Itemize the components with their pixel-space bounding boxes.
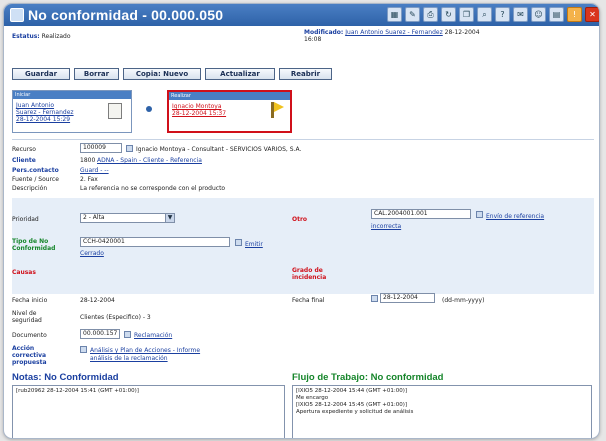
workflow-step-start[interactable]: Iniciar Juan Antonio Suarez - Fernandez … bbox=[12, 90, 132, 133]
search-icon[interactable]: ⌕ bbox=[477, 7, 492, 22]
flag-icon-banner bbox=[274, 102, 284, 112]
causas-label: Causas bbox=[12, 269, 36, 276]
tipo-label: Tipo de No bbox=[12, 238, 49, 245]
fuente-label: Fuente / Source bbox=[12, 176, 59, 183]
modified-time: 16:08 bbox=[304, 36, 322, 43]
notes-textarea[interactable]: [rub20962 28-12-2004 15:41 (GMT +01:00)] bbox=[12, 385, 285, 438]
otro-link2[interactable]: incorrecta bbox=[371, 223, 401, 230]
fecha-final-label: Fecha final bbox=[292, 297, 325, 304]
tipo-input[interactable]: CCH-0420001 bbox=[80, 237, 230, 247]
modified-label: Modificado: bbox=[304, 29, 344, 36]
divider bbox=[12, 139, 594, 140]
accion-link2[interactable]: análisis de la reclamación bbox=[90, 355, 168, 362]
fuente-value: 2. Fax bbox=[80, 176, 98, 183]
save-button[interactable]: Guardar bbox=[12, 68, 70, 80]
recurso-label: Recurso bbox=[12, 146, 36, 153]
nivel-value: Clientes (Especifico) - 3 bbox=[80, 314, 151, 321]
documento-link[interactable]: Reclamación bbox=[134, 332, 172, 339]
otro-lookup-icon[interactable] bbox=[476, 211, 483, 218]
step-current-header: Realizar bbox=[169, 92, 290, 100]
cliente-link[interactable]: ADNA - Spain - Cliente - Referencia bbox=[97, 157, 202, 164]
tipo-sub[interactable]: Cerrado bbox=[80, 250, 104, 257]
status-value: Realizado bbox=[41, 33, 71, 40]
documento-label: Documento bbox=[12, 332, 47, 339]
prioridad-value: 2 - Alta bbox=[83, 214, 105, 221]
fecha-inicio-value: 28-12-2004 bbox=[80, 297, 115, 304]
accion-label: Acción bbox=[12, 345, 35, 352]
user-icon[interactable]: ☺ bbox=[531, 7, 546, 22]
copy-icon[interactable]: ❐ bbox=[459, 7, 474, 22]
status-label: Estatus: bbox=[12, 33, 40, 40]
nivel-label2: seguridad bbox=[12, 317, 42, 324]
flow-textarea[interactable]: [IXIO5 28-12-2004 15:44 (GMT +01:00)] Me… bbox=[292, 385, 592, 438]
modified-row: Modificado: Juan Antonio Suarez - Fernan… bbox=[304, 29, 480, 36]
descripcion-value: La referencia no se corresponde con el p… bbox=[80, 185, 226, 192]
fecha-inicio-label: Fecha inicio bbox=[12, 297, 48, 304]
step-start-user[interactable]: Juan Antonio bbox=[16, 102, 54, 109]
step-start-user2[interactable]: Suarez - Fernandez bbox=[16, 109, 74, 116]
tipo-lookup-icon[interactable] bbox=[235, 239, 242, 246]
cliente-label: Cliente bbox=[12, 157, 36, 164]
accion-label3: propuesta bbox=[12, 359, 47, 366]
chevron-down-icon[interactable]: ▼ bbox=[165, 214, 174, 222]
tipo-label2: Conformidad bbox=[12, 245, 56, 252]
folder-icon[interactable]: ▤ bbox=[549, 7, 564, 22]
perscontacto-label: Pers.contacto bbox=[12, 167, 59, 174]
reopen-button[interactable]: Reabrir bbox=[279, 68, 332, 80]
calendar-icon[interactable] bbox=[371, 295, 378, 302]
nivel-label: Nivel de bbox=[12, 310, 37, 317]
refresh-icon[interactable]: ↻ bbox=[441, 7, 456, 22]
toolbar-icons: ▦ ✎ ⎙ ↻ ❐ ⌕ ? ✉ ☺ ▤ ! ✕ bbox=[387, 7, 599, 22]
prioridad-label: Prioridad bbox=[12, 216, 39, 223]
step-current-user[interactable]: Ignacio Montoya bbox=[172, 103, 222, 110]
window-title: No conformidad - 00.000.050 bbox=[28, 7, 224, 23]
perscontacto-link[interactable]: Guard - -- bbox=[80, 167, 109, 174]
arrow-dot-icon bbox=[146, 106, 152, 112]
lookup-icon[interactable] bbox=[126, 145, 133, 152]
print-icon[interactable]: ⎙ bbox=[423, 7, 438, 22]
modified-date: 28-12-2004 bbox=[444, 29, 480, 36]
documento-lookup-icon[interactable] bbox=[124, 331, 131, 338]
accion-doc-icon[interactable] bbox=[80, 346, 87, 353]
step-start-date: 28-12-2004 15:29 bbox=[16, 116, 71, 123]
recurso-input[interactable]: 100009 bbox=[80, 143, 122, 153]
flow-title: Flujo de Trabajo: No conformidad bbox=[292, 372, 444, 383]
otro-link[interactable]: Envío de referencia bbox=[486, 213, 544, 220]
modified-user-link[interactable]: Juan Antonio Suarez - Fernandez bbox=[345, 29, 443, 36]
help-icon[interactable]: ? bbox=[495, 7, 510, 22]
otro-input[interactable]: CAL.2004001.001 bbox=[371, 209, 471, 219]
prioridad-select[interactable]: 2 - Alta ▼ bbox=[80, 213, 175, 223]
status-row: Estatus: Realizado bbox=[12, 33, 71, 40]
accion-link[interactable]: Análisis y Plan de Acciones - Informe bbox=[90, 347, 200, 354]
refresh-button[interactable]: Actualizar bbox=[205, 68, 275, 80]
notes-title: Notas: No Conformidad bbox=[12, 372, 119, 383]
main-window: No conformidad - 00.000.050 ▦ ✎ ⎙ ↻ ❐ ⌕ … bbox=[3, 3, 600, 439]
warning-icon[interactable]: ! bbox=[567, 7, 582, 22]
documento-input[interactable]: 00.000.157 bbox=[80, 329, 120, 339]
fecha-format: (dd-mm-yyyy) bbox=[442, 297, 485, 304]
otro-label: Otro bbox=[292, 216, 308, 223]
step-start-header: Iniciar bbox=[13, 91, 131, 99]
descripcion-label: Descripción bbox=[12, 185, 48, 192]
close-icon[interactable]: ✕ bbox=[585, 7, 599, 22]
edit-icon[interactable]: ✎ bbox=[405, 7, 420, 22]
recurso-desc: Ignacio Montoya - Consultant - SERVICIOS… bbox=[136, 146, 302, 153]
window-icon bbox=[10, 8, 24, 22]
title-bar: No conformidad - 00.000.050 ▦ ✎ ⎙ ↻ ❐ ⌕ … bbox=[4, 4, 599, 26]
document-icon bbox=[108, 103, 122, 119]
grid-icon[interactable]: ▦ bbox=[387, 7, 402, 22]
cliente-value: 1800 bbox=[80, 157, 96, 164]
copy-new-button[interactable]: Copia: Nuevo bbox=[123, 68, 201, 80]
mail-icon[interactable]: ✉ bbox=[513, 7, 528, 22]
grado-label: Grado de bbox=[292, 267, 323, 274]
delete-button[interactable]: Borrar bbox=[74, 68, 119, 80]
tipo-link[interactable]: Emitir bbox=[245, 241, 263, 248]
workflow-step-current[interactable]: Realizar Ignacio Montoya 28-12-2004 15:3… bbox=[167, 90, 292, 133]
fecha-final-input[interactable]: 28-12-2004 bbox=[380, 293, 435, 303]
accion-label2: correctiva bbox=[12, 352, 47, 359]
step-current-date: 28-12-2004 15:37 bbox=[172, 110, 227, 117]
grado-label2: incidencia bbox=[292, 274, 327, 281]
